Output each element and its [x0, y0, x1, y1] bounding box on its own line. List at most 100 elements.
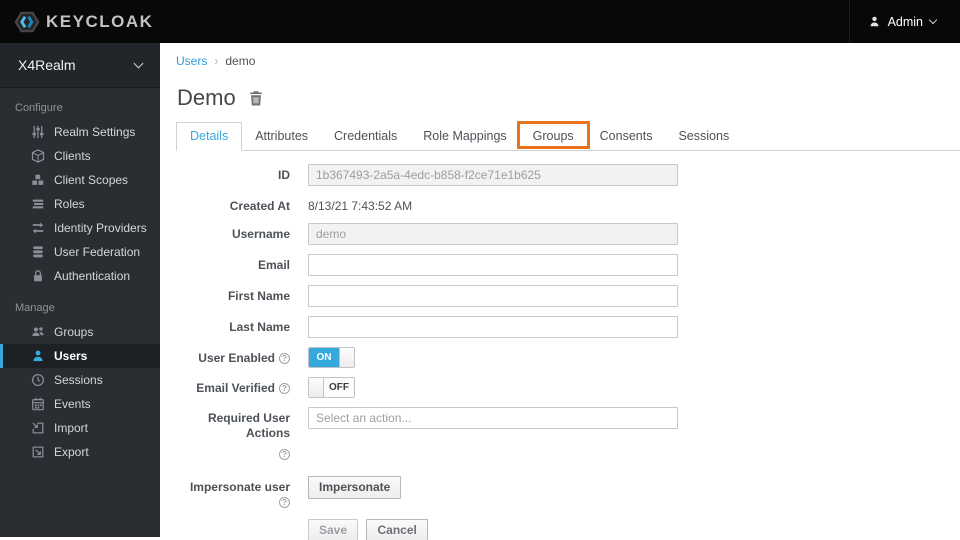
admin-user-menu[interactable]: Admin [848, 0, 960, 43]
sidebar-item-client-scopes[interactable]: Client Scopes [0, 168, 160, 192]
breadcrumb-users-link[interactable]: Users [176, 54, 207, 68]
sidebar-item-label: Import [54, 421, 89, 435]
first-name-label: First Name [227, 289, 290, 303]
id-row: ID [176, 164, 960, 186]
sidebar-item-label: Realm Settings [54, 125, 136, 139]
sidebar-item-authentication[interactable]: Authentication [0, 264, 160, 288]
sidebar-item-label: Authentication [54, 269, 131, 283]
sidebar-item-label: Client Scopes [54, 173, 129, 187]
save-button[interactable]: Save [308, 519, 359, 540]
toggle-knob [339, 348, 354, 367]
tab-credentials[interactable]: Credentials [321, 123, 410, 150]
email-label: Email [257, 258, 290, 272]
cube-icon [30, 149, 45, 164]
impersonate-button[interactable]: Impersonate [308, 476, 402, 499]
help-icon[interactable]: ? [279, 383, 290, 394]
tab-consents[interactable]: Consents [587, 123, 666, 150]
tab-attributes[interactable]: Attributes [242, 123, 321, 150]
chevron-down-icon [133, 58, 144, 68]
impersonate-row: Impersonate user? Impersonate [176, 476, 960, 510]
sliders-icon [30, 125, 45, 140]
clock-icon [30, 373, 45, 388]
created-at-value: 8/13/21 7:43:52 AM [308, 199, 413, 213]
cancel-button[interactable]: Cancel [366, 519, 428, 540]
sidebar-item-clients[interactable]: Clients [0, 144, 160, 168]
sidebar-item-label: Events [54, 397, 91, 411]
database-icon [30, 245, 45, 260]
sidebar-item-label: Identity Providers [54, 221, 147, 235]
user-enabled-label: User Enabled? [176, 347, 290, 368]
id-field [308, 164, 678, 186]
sidebar-item-label: Roles [54, 197, 85, 211]
sidebar-item-sessions[interactable]: Sessions [0, 368, 160, 392]
toggle-off-label: OFF [324, 378, 354, 397]
tab-sessions[interactable]: Sessions [665, 123, 742, 150]
breadcrumb-current: demo [225, 54, 256, 68]
email-verified-row: Email Verified? OFF [176, 377, 960, 398]
user-enabled-toggle[interactable]: ON [308, 347, 355, 368]
form-actions-row: Save Cancel [176, 519, 960, 540]
username-label: Username [231, 227, 290, 241]
first-name-row: First Name [176, 285, 960, 307]
sidebar-item-label: User Federation [54, 245, 141, 259]
keycloak-admin-console: KEYCLOAK Admin X4Realm Configure Realm S [0, 0, 960, 540]
email-row: Email [176, 254, 960, 276]
sidebar-section-manage: Manage [15, 302, 55, 314]
sidebar-item-label: Sessions [54, 373, 103, 387]
sidebar-item-label: Groups [54, 325, 94, 339]
admin-user-label: Admin [887, 14, 923, 29]
sidebar-item-users[interactable]: Users [0, 344, 160, 368]
sidebar-item-identity-providers[interactable]: Identity Providers [0, 216, 160, 240]
tab-details[interactable]: Details [176, 122, 243, 151]
user-icon [30, 349, 45, 364]
keycloak-logo: KEYCLOAK [0, 9, 153, 35]
user-details-form: ID Created At 8/13/21 7:43:52 AM Usernam… [176, 164, 960, 540]
id-label: ID [278, 168, 290, 182]
realm-name: X4Realm [18, 57, 76, 73]
required-actions-label: Required User Actions? [207, 411, 290, 460]
last-name-field[interactable] [308, 316, 678, 338]
exchange-arrows-icon [30, 221, 45, 236]
impersonate-label: Impersonate user? [189, 480, 290, 508]
tab-bar: Details Attributes Credentials Role Mapp… [176, 121, 960, 151]
page-title: Demo [177, 85, 236, 110]
sidebar-item-user-federation[interactable]: User Federation [0, 240, 160, 264]
first-name-field[interactable] [308, 285, 678, 307]
sidebar-item-realm-settings[interactable]: Realm Settings [0, 120, 160, 144]
help-icon[interactable]: ? [279, 353, 290, 364]
users-icon [30, 325, 45, 340]
sidebar-item-label: Clients [54, 149, 91, 163]
sidebar-item-import[interactable]: Import [0, 416, 160, 440]
lock-icon [30, 269, 45, 284]
sidebar-item-groups[interactable]: Groups [0, 320, 160, 344]
tab-role-mappings[interactable]: Role Mappings [410, 123, 519, 150]
realm-selector[interactable]: X4Realm [0, 43, 160, 88]
required-actions-select[interactable] [308, 407, 678, 429]
sidebar-item-export[interactable]: Export [0, 440, 160, 464]
username-field [308, 223, 678, 245]
required-actions-row: Required User Actions? [176, 407, 960, 462]
import-icon [30, 421, 45, 436]
sidebar: X4Realm Configure Realm Settings Clients [0, 43, 160, 537]
cubes-icon [30, 173, 45, 188]
email-field[interactable] [308, 254, 678, 276]
brand-text: KEYCLOAK [46, 11, 154, 31]
calendar-icon [30, 397, 45, 412]
sidebar-item-roles[interactable]: Roles [0, 192, 160, 216]
help-icon[interactable]: ? [279, 497, 290, 508]
topbar: KEYCLOAK Admin [0, 0, 960, 43]
tab-groups[interactable]: Groups [516, 121, 590, 150]
last-name-label: Last Name [229, 320, 290, 334]
sidebar-item-label: Users [54, 349, 88, 363]
created-at-label: Created At [229, 199, 290, 213]
email-verified-toggle[interactable]: OFF [308, 377, 355, 398]
sidebar-item-events[interactable]: Events [0, 392, 160, 416]
user-icon [870, 16, 878, 27]
help-icon[interactable]: ? [279, 449, 290, 460]
form-actions-spacer [176, 519, 290, 540]
sidebar-item-label: Export [54, 445, 89, 459]
keycloak-logo-icon [14, 11, 40, 32]
user-enabled-row: User Enabled? ON [176, 347, 960, 368]
username-row: Username [176, 223, 960, 245]
trash-icon[interactable] [248, 90, 264, 107]
